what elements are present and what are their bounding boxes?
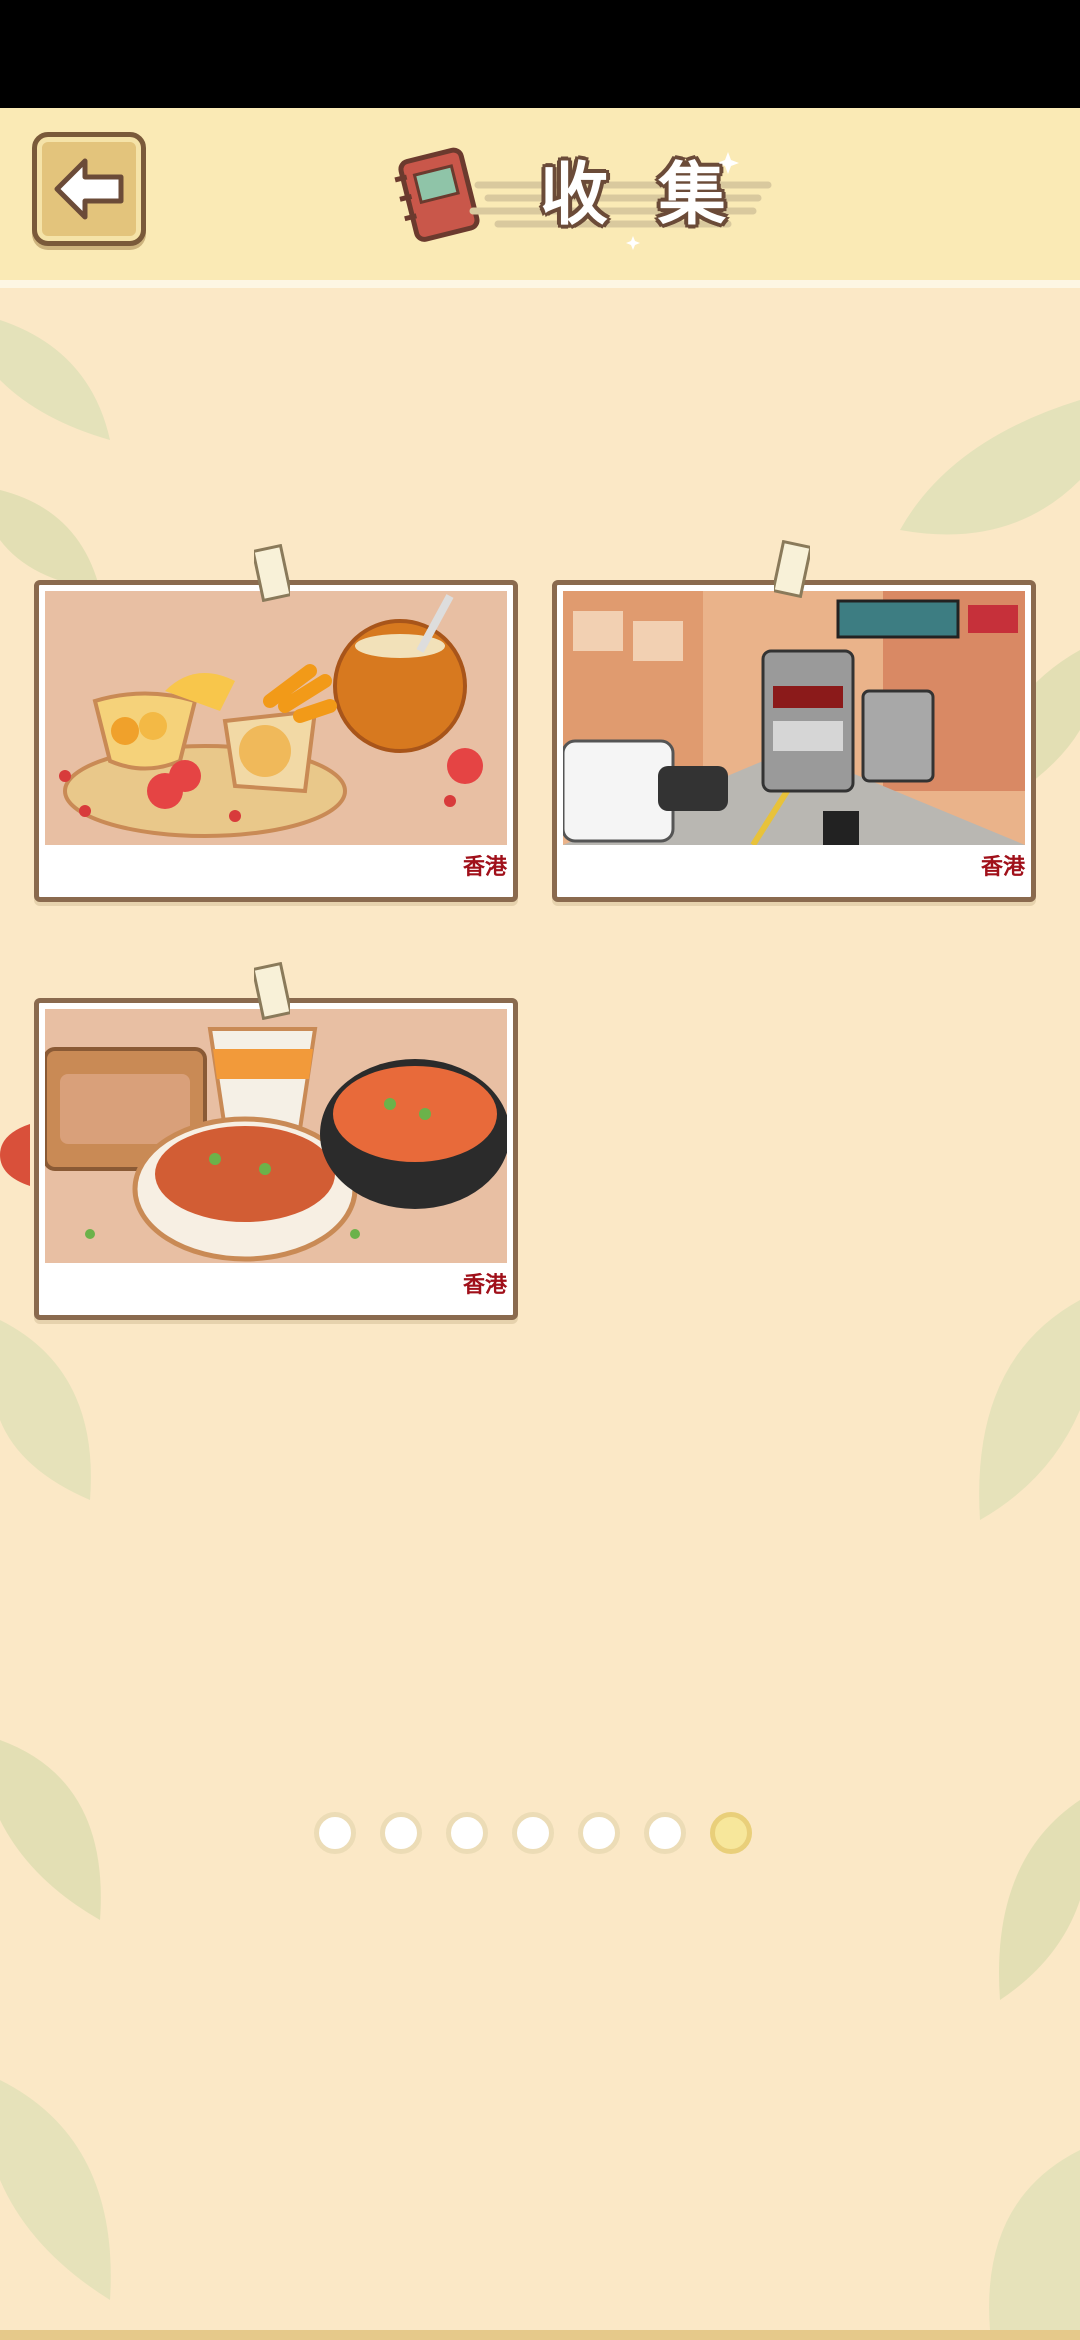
card-location-label: 香港 [462, 1272, 507, 1298]
collection-card[interactable]: 香港 [552, 580, 1036, 902]
collection-card[interactable]: 香港 [34, 580, 518, 902]
page-dot-1[interactable] [314, 1812, 356, 1854]
header-bar: 收 集 [0, 108, 1080, 288]
tape-decoration [254, 544, 290, 602]
hong-kong-tram-street-illustration [563, 591, 1025, 845]
hong-kong-noodle-meal-illustration [45, 1009, 507, 1263]
tape-decoration [254, 962, 290, 1020]
page-dot-5[interactable] [578, 1812, 620, 1854]
page-dot-3[interactable] [446, 1812, 488, 1854]
left-arrow-icon [54, 158, 124, 220]
tape-decoration [774, 540, 810, 598]
title-char-1: 收 [540, 156, 609, 235]
status-bar [0, 0, 1080, 108]
card-location-label: 香港 [980, 854, 1025, 880]
back-button[interactable] [32, 132, 146, 246]
leaf-decoration-icon [0, 1320, 111, 2300]
page-dot-6[interactable] [644, 1812, 686, 1854]
page-title: 收 集 [388, 140, 788, 250]
title-stripes-decoration [469, 152, 772, 250]
leaf-decoration-icon [979, 1300, 1080, 2330]
page-indicator [314, 1812, 774, 1868]
collection-card[interactable]: 香港 [34, 998, 518, 1320]
page-dot-2[interactable] [380, 1812, 422, 1854]
title-char-2: 集 [658, 156, 727, 235]
page-dot-4[interactable] [512, 1812, 554, 1854]
bottom-border [0, 2330, 1080, 2340]
hong-kong-dessert-illustration [45, 591, 507, 845]
page-dot-7-active[interactable] [710, 1812, 752, 1854]
card-location-label: 香港 [462, 854, 507, 880]
side-tab-handle[interactable] [0, 1124, 30, 1186]
